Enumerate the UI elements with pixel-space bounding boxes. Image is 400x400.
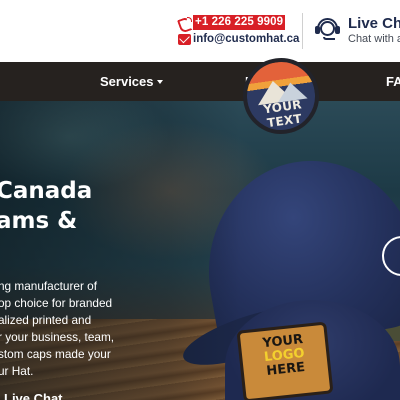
nav-item-services-label: Services	[100, 74, 154, 89]
phone-number[interactable]: +1 226 225 9909	[193, 15, 286, 30]
top-contact-bar: +1 226 225 9909 info@customhat.ca Live C…	[0, 0, 400, 62]
page: +1 226 225 9909 info@customhat.ca Live C…	[0, 0, 400, 400]
hero-title-line-2: ams &	[0, 208, 78, 234]
phone-contact[interactable]: +1 226 225 9909	[178, 15, 286, 30]
mail-icon	[178, 34, 191, 45]
header-divider	[302, 13, 303, 49]
nav-item-faq[interactable]: FA	[386, 62, 400, 101]
hero-paragraph-line: ur Hat.	[0, 364, 34, 378]
hero-paragraph-line: op choice for branded	[0, 296, 113, 310]
live-chat-title[interactable]: Live Cha	[348, 15, 400, 32]
phone-icon	[178, 16, 192, 29]
email-address[interactable]: info@customhat.ca	[193, 33, 299, 46]
hero-paragraph-line: stom caps made your	[0, 347, 111, 361]
your-logo-patch: YOUR LOGO HERE	[236, 321, 334, 400]
live-chat-button[interactable]: Live Chat	[4, 391, 63, 400]
hero-title-line-1: Canada	[0, 178, 93, 204]
hero-paragraph-line: r your business, team,	[0, 330, 115, 344]
chevron-down-icon	[156, 80, 163, 84]
nav-item-services[interactable]: Services	[100, 62, 163, 101]
hero-paragraph-line: ng manufacturer of	[0, 279, 98, 293]
live-chat-subtitle: Chat with a	[348, 33, 400, 45]
hero-paragraph-line: alized printed and	[0, 313, 92, 327]
email-contact[interactable]: info@customhat.ca	[178, 33, 299, 46]
main-nav: s Services Reviews FA	[0, 62, 400, 101]
headset-chat-icon[interactable]	[315, 17, 341, 43]
